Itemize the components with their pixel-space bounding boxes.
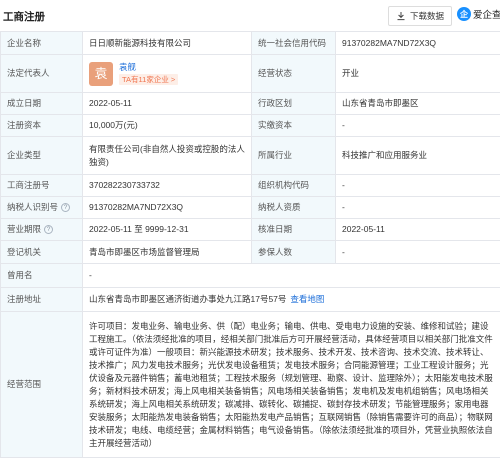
scope-label: 经营范围 bbox=[0, 311, 83, 458]
authority-value: 青岛市即墨区市场监督管理局 bbox=[82, 240, 252, 264]
org-code-value: - bbox=[335, 174, 500, 197]
status-value: 开业 bbox=[335, 54, 500, 93]
table-row: 成立日期 2022-05-11 行政区划 山东省青岛市即墨区 bbox=[0, 92, 500, 115]
taxpayer-id-value: 91370282MA7ND72X3Q bbox=[82, 196, 252, 219]
company-name-label: 企业名称 bbox=[0, 31, 83, 55]
industry-value: 科技推广和应用服务业 bbox=[335, 136, 500, 175]
taxpayer-qual-value: - bbox=[335, 196, 500, 219]
help-icon[interactable]: ? bbox=[61, 203, 71, 212]
scope-value: 许可项目：发电业务、输电业务、供（配）电业务；输电、供电、受电电力设施的安装、维… bbox=[82, 311, 500, 458]
legal-rep-avatar[interactable]: 袁 bbox=[89, 61, 113, 86]
table-row: 工商注册号 370282230733732 组织机构代码 - bbox=[0, 174, 500, 197]
legal-rep-companies-badge[interactable]: TA有11家企业 > bbox=[119, 74, 179, 85]
table-row: 注册资本 10,000万(元) 实缴资本 - bbox=[0, 114, 500, 137]
credit-code-value: 91370282MA7ND72X3Q bbox=[335, 31, 500, 55]
former-name-value: - bbox=[82, 263, 500, 288]
region-value: 山东省青岛市即墨区 bbox=[335, 92, 500, 115]
download-data-label: 下载数据 bbox=[409, 11, 444, 21]
founded-value: 2022-05-11 bbox=[82, 92, 252, 115]
legal-rep-label: 法定代表人 bbox=[0, 54, 83, 93]
table-row: 企业类型 有限责任公司(非自然人投资或控股的法人独资) 所属行业 科技推广和应用… bbox=[0, 136, 500, 175]
term-label-cell: 营业期限 ? bbox=[0, 218, 83, 241]
region-label: 行政区划 bbox=[251, 92, 336, 115]
table-row: 经营范围 许可项目：发电业务、输电业务、供（配）电业务；输电、供电、受电电力设施… bbox=[0, 311, 500, 458]
table-row: 企业名称 日日顺新能源科技有限公司 统一社会信用代码 91370282MA7ND… bbox=[0, 31, 500, 55]
authority-label: 登记机关 bbox=[0, 240, 83, 264]
brand[interactable]: 企 爱企查 bbox=[457, 7, 500, 21]
insured-label: 参保人数 bbox=[251, 240, 336, 264]
taxpayer-id-label-cell: 纳税人识别号 ? bbox=[0, 196, 83, 219]
approval-date-label: 核准日期 bbox=[251, 218, 336, 241]
table-row: 纳税人识别号 ? 91370282MA7ND72X3Q 纳税人资质 - bbox=[0, 196, 500, 219]
company-type-value: 有限责任公司(非自然人投资或控股的法人独资) bbox=[82, 136, 252, 175]
company-type-label: 企业类型 bbox=[0, 136, 83, 175]
section-header: 工商注册 下载数据 企 爱企查 bbox=[0, 0, 500, 31]
former-name-label: 曾用名 bbox=[0, 263, 83, 288]
industry-label: 所属行业 bbox=[251, 136, 336, 175]
business-registration-table: 企业名称 日日顺新能源科技有限公司 统一社会信用代码 91370282MA7ND… bbox=[0, 31, 500, 458]
help-icon[interactable]: ? bbox=[44, 225, 54, 234]
credit-code-label: 统一社会信用代码 bbox=[251, 31, 336, 55]
table-row: 营业期限 ? 2022-05-11 至 9999-12-31 核准日期 2022… bbox=[0, 218, 500, 241]
view-map-link[interactable]: 查看地图 bbox=[290, 294, 324, 304]
taxpayer-id-label: 纳税人识别号 bbox=[7, 202, 59, 212]
status-label: 经营状态 bbox=[251, 54, 336, 93]
download-icon bbox=[397, 12, 405, 21]
reg-no-label: 工商注册号 bbox=[0, 174, 83, 197]
address-value: 山东省青岛市即墨区通济街道办事处九江路17号57号 bbox=[89, 294, 287, 304]
capital-label: 注册资本 bbox=[0, 114, 83, 137]
legal-rep-cell: 袁 袁舰 TA有11家企业 > bbox=[82, 54, 252, 93]
table-row: 注册地址 山东省青岛市即墨区通济街道办事处九江路17号57号 查看地图 bbox=[0, 287, 500, 312]
legal-rep-name-link[interactable]: 袁舰 bbox=[119, 61, 178, 73]
brand-logo-icon: 企 bbox=[457, 7, 471, 21]
capital-value: 10,000万(元) bbox=[82, 114, 252, 137]
paid-capital-label: 实缴资本 bbox=[251, 114, 336, 137]
paid-capital-value: - bbox=[335, 114, 500, 137]
address-label: 注册地址 bbox=[0, 287, 83, 312]
table-row: 登记机关 青岛市即墨区市场监督管理局 参保人数 - bbox=[0, 240, 500, 264]
insured-value: - bbox=[335, 240, 500, 264]
table-row: 曾用名 - bbox=[0, 263, 500, 288]
taxpayer-qual-label: 纳税人资质 bbox=[251, 196, 336, 219]
brand-name: 爱企查 bbox=[473, 10, 500, 21]
reg-no-value: 370282230733732 bbox=[82, 174, 252, 197]
term-value: 2022-05-11 至 9999-12-31 bbox=[82, 218, 252, 241]
founded-label: 成立日期 bbox=[0, 92, 83, 115]
download-data-button[interactable]: 下载数据 bbox=[388, 6, 452, 26]
section-title: 工商注册 bbox=[3, 11, 45, 23]
org-code-label: 组织机构代码 bbox=[251, 174, 336, 197]
term-label: 营业期限 bbox=[7, 224, 42, 234]
address-cell: 山东省青岛市即墨区通济街道办事处九江路17号57号 查看地图 bbox=[82, 287, 500, 312]
approval-date-value: 2022-05-11 bbox=[335, 218, 500, 241]
company-name-value: 日日顺新能源科技有限公司 bbox=[82, 31, 252, 55]
table-row: 法定代表人 袁 袁舰 TA有11家企业 > 经营状态 开业 bbox=[0, 54, 500, 93]
